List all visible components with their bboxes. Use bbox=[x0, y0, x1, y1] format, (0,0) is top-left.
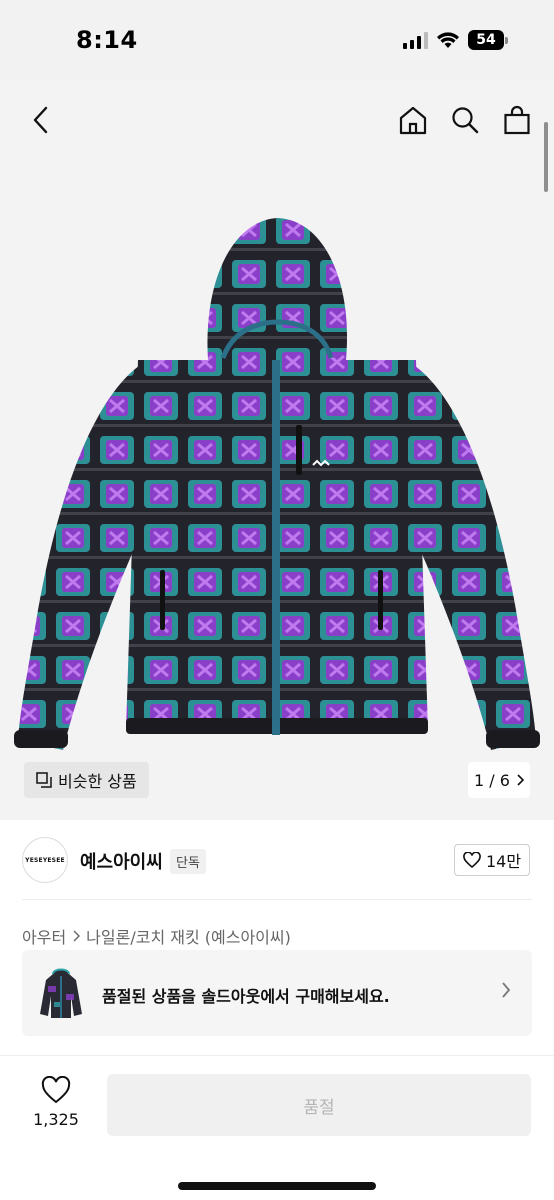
back-button[interactable] bbox=[24, 102, 58, 138]
brand-logo-text: YESEYESEE bbox=[25, 856, 65, 864]
brand-logo[interactable]: YESEYESEE bbox=[22, 837, 68, 883]
status-time: 8:14 bbox=[76, 26, 138, 54]
status-bar: 8:14 54 bbox=[0, 0, 554, 80]
search-button[interactable] bbox=[448, 102, 482, 138]
home-button[interactable] bbox=[396, 102, 430, 138]
chevron-right-icon bbox=[517, 774, 524, 786]
product-gallery[interactable]: 비슷한 상품 1 / 6 bbox=[0, 80, 554, 820]
category-breadcrumb: 아우터 나일론/코치 재킷 (예스아이씨) bbox=[22, 924, 291, 948]
soldout-banner-text: 품절된 상품을 솔드아웃에서 구매해보세요. bbox=[102, 987, 390, 1006]
shopping-bag-icon bbox=[504, 105, 530, 135]
divider bbox=[22, 899, 532, 900]
status-icons: 54 bbox=[403, 30, 508, 50]
breadcrumb-category[interactable]: 아우터 bbox=[22, 924, 66, 948]
battery-icon: 54 bbox=[468, 30, 508, 50]
battery-level: 54 bbox=[468, 30, 504, 50]
chevron-right-icon bbox=[502, 982, 511, 998]
product-image-jacket bbox=[14, 218, 540, 750]
brand-name[interactable]: 예스아이씨 bbox=[80, 848, 163, 874]
banner-product-thumbnail bbox=[40, 968, 82, 1018]
heart-icon bbox=[463, 852, 481, 868]
header-actions bbox=[396, 102, 534, 138]
bottom-action-bar: 1,325 품절 bbox=[0, 1055, 554, 1200]
gallery-pager[interactable]: 1 / 6 bbox=[468, 762, 530, 798]
wifi-icon bbox=[437, 32, 459, 48]
breadcrumb-subcategory[interactable]: 나일론/코치 재킷 (예스아이씨) bbox=[86, 924, 291, 948]
soldout-banner[interactable]: 품절된 상품을 솔드아웃에서 구매해보세요. bbox=[22, 950, 532, 1036]
chevron-left-icon bbox=[33, 106, 48, 134]
exclusive-badge: 단독 bbox=[170, 849, 206, 874]
wishlist-button[interactable]: 1,325 bbox=[28, 1076, 84, 1129]
brand-row: YESEYESEE 예스아이씨 단독 14만 bbox=[0, 820, 554, 900]
home-icon bbox=[399, 106, 427, 135]
similar-products-label: 비슷한 상품 bbox=[58, 772, 137, 791]
chevron-right-icon bbox=[73, 930, 81, 942]
soldout-buy-button[interactable]: 품절 bbox=[107, 1074, 531, 1136]
cellular-signal-icon bbox=[403, 31, 428, 49]
copy-icon bbox=[36, 772, 52, 788]
brand-like-button[interactable]: 14만 bbox=[454, 844, 530, 876]
search-icon bbox=[452, 107, 479, 134]
wishlist-count: 1,325 bbox=[33, 1110, 79, 1129]
heart-icon bbox=[41, 1076, 71, 1104]
home-indicator bbox=[178, 1182, 376, 1190]
cart-button[interactable] bbox=[500, 102, 534, 138]
gallery-pager-text: 1 / 6 bbox=[474, 770, 510, 790]
scrollbar-thumb[interactable] bbox=[544, 122, 548, 192]
brand-like-count: 14만 bbox=[485, 852, 522, 871]
similar-products-button[interactable]: 비슷한 상품 bbox=[24, 762, 149, 798]
